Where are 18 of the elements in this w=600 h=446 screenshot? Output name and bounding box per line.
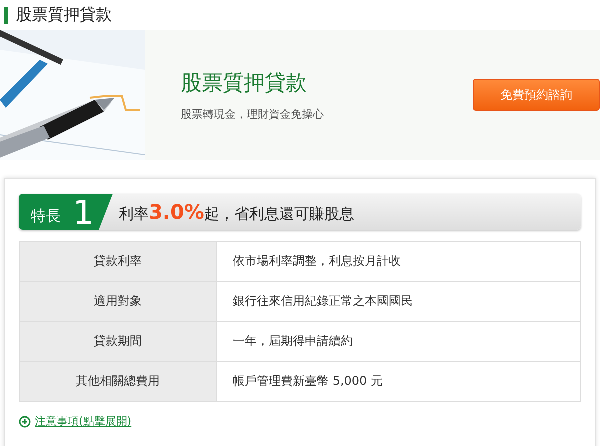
table-cell: 貸款利率 (20, 242, 216, 282)
table-cell: 依市場利率調整，利息按月計收 (216, 242, 580, 282)
notice-link[interactable]: 注意事項(點擊展開) (35, 414, 132, 429)
table-cell: 適用對象 (20, 282, 216, 322)
table-cell: 帳戶管理費新臺幣 5,000 元 (216, 362, 580, 402)
plus-circle-icon[interactable] (19, 416, 31, 428)
table-cell: 一年，屆期得申請續約 (216, 322, 580, 362)
hero-title: 股票質押貸款 (181, 70, 308, 96)
feature-headline: 利率3.0%起，省利息還可賺股息 (119, 200, 354, 224)
table-cell: 其他相關總費用 (20, 362, 216, 402)
table-cell: 銀行往來信用紀錄正常之本國國民 (216, 282, 580, 322)
hero-subtitle: 股票轉現金，理財資金免操心 (181, 106, 325, 122)
table-cell: 貸款期間 (20, 322, 216, 362)
page-title: 股票質押貸款 (16, 4, 112, 26)
title-accent-bar (4, 6, 8, 24)
feature-number: 1 (73, 196, 94, 230)
consultation-button[interactable]: 免費預約諮詢 (472, 79, 600, 111)
feature-label: 特長 (31, 207, 61, 227)
